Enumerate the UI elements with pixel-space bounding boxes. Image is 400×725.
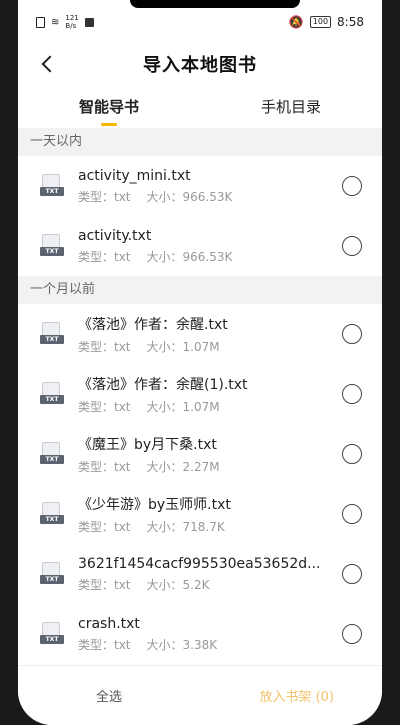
select-radio[interactable] bbox=[342, 504, 362, 524]
txt-file-icon: TXT bbox=[40, 234, 64, 258]
select-radio[interactable] bbox=[342, 176, 362, 196]
file-size: 大小：2.27M bbox=[146, 459, 220, 474]
select-radio[interactable] bbox=[342, 444, 362, 464]
file-name: 《落池》作者：余醒(1).txt bbox=[78, 376, 248, 393]
txt-file-icon: TXT bbox=[40, 502, 64, 526]
file-name: activity.txt bbox=[78, 227, 152, 244]
file-type: 类型：txt bbox=[78, 637, 131, 652]
page-title: 导入本地图书 bbox=[143, 55, 257, 76]
file-info: 《落池》作者：余醒(1).txt 类型：txt 大小：1.07M bbox=[78, 374, 342, 415]
file-row[interactable]: TXT activity.txt 类型：txt 大小：966.53K bbox=[18, 216, 382, 276]
file-type: 类型：txt bbox=[78, 519, 131, 534]
file-meta: 类型：txt 大小：2.27M bbox=[78, 458, 342, 475]
file-type: 类型：txt bbox=[78, 399, 131, 414]
file-row[interactable]: TXT 《魔王》by月下桑.txt 类型：txt 大小：2.27M bbox=[18, 424, 382, 484]
file-meta: 类型：txt 大小：966.53K bbox=[78, 188, 342, 205]
file-size: 大小：966.53K bbox=[146, 189, 233, 204]
status-bar: ≋ 121 B/s 🔕 100 8:58 bbox=[18, 0, 382, 44]
file-size: 大小：718.7K bbox=[146, 519, 225, 534]
file-name: crash.txt bbox=[78, 615, 140, 632]
file-info: 《魔王》by月下桑.txt 类型：txt 大小：2.27M bbox=[78, 434, 342, 475]
file-size: 大小：966.53K bbox=[146, 249, 233, 264]
tab-smart-import[interactable]: 智能导书 bbox=[18, 90, 200, 128]
select-radio[interactable] bbox=[342, 624, 362, 644]
file-name: activity_mini.txt bbox=[78, 167, 191, 184]
wifi-icon: ≋ bbox=[51, 16, 60, 28]
network-speed: 121 B/s bbox=[65, 14, 78, 30]
file-row[interactable]: TXT 《少年游》by玉师师.txt 类型：txt 大小：718.7K bbox=[18, 484, 382, 544]
mute-icon: 🔕 bbox=[288, 15, 304, 29]
file-info: 《落池》作者：余醒.txt 类型：txt 大小：1.07M bbox=[78, 314, 342, 355]
file-type: 类型：txt bbox=[78, 459, 131, 474]
tab-bar: 智能导书 手机目录 bbox=[18, 90, 382, 128]
file-name: 3621f1454cacf995530ea53652d... bbox=[78, 555, 321, 572]
bottom-action-bar: 全选 放入书架 (0) bbox=[18, 665, 382, 725]
tab-phone-directory[interactable]: 手机目录 bbox=[200, 90, 382, 128]
file-info: activity_mini.txt 类型：txt 大小：966.53K bbox=[78, 168, 342, 205]
file-info: 3621f1454cacf995530ea53652d... 类型：txt 大小：… bbox=[78, 556, 342, 593]
notification-icon bbox=[84, 17, 94, 27]
file-meta: 类型：txt 大小：966.53K bbox=[78, 248, 342, 265]
file-row[interactable]: TXT crash.txt 类型：txt 大小：3.38K bbox=[18, 604, 382, 664]
network-speed-value: 121 bbox=[65, 14, 79, 22]
status-right: 🔕 100 8:58 bbox=[289, 15, 364, 29]
file-type: 类型：txt bbox=[78, 249, 131, 264]
network-speed-unit: B/s bbox=[65, 22, 77, 30]
file-info: 《少年游》by玉师师.txt 类型：txt 大小：718.7K bbox=[78, 494, 342, 535]
file-row[interactable]: TXT activity_mini.txt 类型：txt 大小：966.53K bbox=[18, 156, 382, 216]
txt-file-icon: TXT bbox=[40, 382, 64, 406]
back-arrow-icon[interactable] bbox=[36, 52, 60, 76]
sim-card-icon bbox=[36, 16, 45, 28]
file-meta: 类型：txt 大小：3.38K bbox=[78, 636, 342, 653]
file-size: 大小：3.38K bbox=[146, 637, 218, 652]
add-to-shelf-button[interactable]: 放入书架 (0) bbox=[259, 686, 334, 705]
txt-file-icon: TXT bbox=[40, 622, 64, 646]
file-size: 大小：1.07M bbox=[146, 339, 220, 354]
select-radio[interactable] bbox=[342, 384, 362, 404]
file-size: 大小：5.2K bbox=[146, 577, 210, 592]
file-info: activity.txt 类型：txt 大小：966.53K bbox=[78, 228, 342, 265]
file-name: 《魔王》by月下桑.txt bbox=[78, 436, 217, 453]
txt-file-icon: TXT bbox=[40, 562, 64, 586]
file-name: 《少年游》by玉师师.txt bbox=[78, 496, 231, 513]
phone-screen: ≋ 121 B/s 🔕 100 8:58 导入本地图书 智能导书 手机目录 一天… bbox=[18, 0, 382, 725]
txt-file-icon: TXT bbox=[40, 174, 64, 198]
clock: 8:58 bbox=[337, 15, 364, 29]
file-meta: 类型：txt 大小：1.07M bbox=[78, 338, 342, 355]
file-size: 大小：1.07M bbox=[146, 399, 220, 414]
section-header-month-ago: 一个月以前 bbox=[18, 276, 382, 304]
file-list: 一天以内 TXT activity_mini.txt 类型：txt 大小：966.… bbox=[18, 128, 382, 664]
file-row[interactable]: TXT 3621f1454cacf995530ea53652d... 类型：tx… bbox=[18, 544, 382, 604]
section-header-today: 一天以内 bbox=[18, 128, 382, 156]
status-left: ≋ 121 B/s bbox=[36, 14, 94, 30]
file-info: crash.txt 类型：txt 大小：3.38K bbox=[78, 616, 342, 653]
battery-icon: 100 bbox=[309, 16, 332, 28]
file-type: 类型：txt bbox=[78, 339, 131, 354]
file-row[interactable]: TXT 《落池》作者：余醒(1).txt 类型：txt 大小：1.07M bbox=[18, 364, 382, 424]
file-type: 类型：txt bbox=[78, 189, 131, 204]
file-row[interactable]: TXT 《落池》作者：余醒.txt 类型：txt 大小：1.07M bbox=[18, 304, 382, 364]
header: 导入本地图书 bbox=[18, 44, 382, 84]
select-all-button[interactable]: 全选 bbox=[96, 686, 122, 705]
file-type: 类型：txt bbox=[78, 577, 131, 592]
file-name: 《落池》作者：余醒.txt bbox=[78, 316, 228, 333]
file-meta: 类型：txt 大小：718.7K bbox=[78, 518, 342, 535]
select-radio[interactable] bbox=[342, 564, 362, 584]
select-radio[interactable] bbox=[342, 236, 362, 256]
file-meta: 类型：txt 大小：1.07M bbox=[78, 398, 342, 415]
file-meta: 类型：txt 大小：5.2K bbox=[78, 576, 342, 593]
select-radio[interactable] bbox=[342, 324, 362, 344]
txt-file-icon: TXT bbox=[40, 442, 64, 466]
txt-file-icon: TXT bbox=[40, 322, 64, 346]
